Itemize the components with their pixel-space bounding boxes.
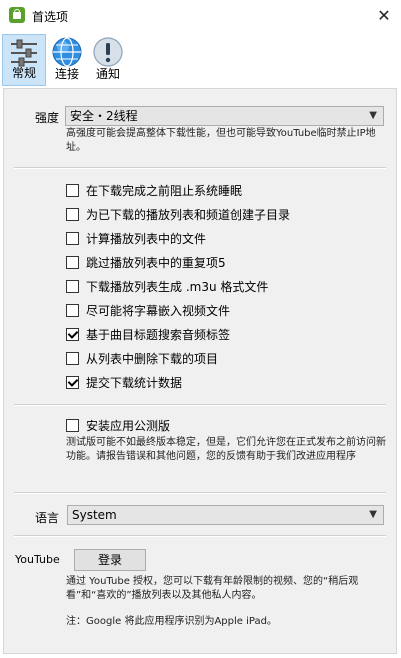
language-selected: System: [72, 508, 117, 522]
checkbox[interactable]: [66, 184, 79, 197]
login-button[interactable]: 登录: [74, 549, 146, 571]
chevron-down-icon: ▼: [369, 110, 377, 121]
globe-icon: [52, 37, 82, 67]
checkbox[interactable]: [66, 280, 79, 293]
checkbox[interactable]: [66, 419, 79, 432]
close-button[interactable]: ✕: [367, 0, 401, 32]
tab-notifications-label: 通知: [95, 67, 120, 81]
login-button-label: 登录: [97, 553, 122, 567]
exclamation-icon: [93, 37, 123, 67]
beta-hint: 测试版可能不如最终版本稳定，但是，它们允许您在正式发布之前访问新功能。请报告错误…: [66, 437, 386, 462]
option-label: 提交下载统计数据: [86, 376, 183, 390]
option-label: 在下载完成之前阻止系统睡眠: [86, 184, 243, 198]
window-title: 首选项: [32, 10, 69, 24]
checkbox[interactable]: [66, 232, 79, 245]
divider: [14, 167, 386, 169]
strength-hint: 高强度可能会提高整体下载性能，但也可能导致YouTube临时禁止IP地址。: [66, 128, 376, 153]
checkbox-checked[interactable]: [66, 376, 79, 389]
toolbar: 常规 连接 通知: [0, 32, 401, 86]
option-label: 为已下载的播放列表和频道创建子目录: [86, 208, 291, 222]
option-label: 安装应用公测版: [86, 419, 171, 433]
strength-label: 强度: [35, 111, 60, 125]
option-label: 计算播放列表中的文件: [86, 232, 207, 246]
divider: [14, 535, 386, 537]
youtube-hint: 通过 YouTube 授权，您可以下载有年龄限制的视频、您的“稍后观看”和“喜欢…: [66, 576, 359, 601]
strength-selected: 安全・2线程: [70, 109, 138, 123]
youtube-note: 注：Google 将此应用程序识别为Apple iPad。: [66, 616, 277, 627]
checkbox[interactable]: [66, 352, 79, 365]
divider: [14, 404, 386, 406]
tab-connection-label: 连接: [54, 67, 79, 81]
divider: [14, 492, 386, 494]
option-label: 从列表中删除下载的项目: [86, 352, 219, 366]
general-panel: 强度 安全・2线程 ▼ 高强度可能会提高整体下载性能，但也可能导致YouTube…: [3, 88, 397, 654]
app-lock-icon: [9, 7, 25, 23]
chevron-down-icon: ▼: [369, 509, 377, 520]
language-label: 语言: [35, 511, 60, 525]
tab-connection[interactable]: 连接: [48, 34, 86, 86]
checkbox[interactable]: [66, 256, 79, 269]
tab-notifications[interactable]: 通知: [88, 34, 128, 86]
language-select[interactable]: System ▼: [67, 505, 384, 525]
youtube-label: YouTube: [15, 553, 60, 566]
option-label: 基于曲目标题搜索音频标签: [86, 328, 231, 342]
tab-general-label: 常规: [11, 66, 36, 80]
strength-select[interactable]: 安全・2线程 ▼: [65, 106, 384, 126]
option-label: 下载播放列表生成 .m3u 格式文件: [86, 280, 269, 294]
option-label: 尽可能将字幕嵌入视频文件: [86, 304, 231, 318]
checkbox-checked[interactable]: [66, 328, 79, 341]
tab-general[interactable]: 常规: [2, 34, 46, 86]
checkbox[interactable]: [66, 304, 79, 317]
checkbox[interactable]: [66, 208, 79, 221]
title-bar: 首选项 ✕: [0, 0, 401, 32]
option-label: 跳过播放列表中的重复项5: [86, 256, 226, 270]
